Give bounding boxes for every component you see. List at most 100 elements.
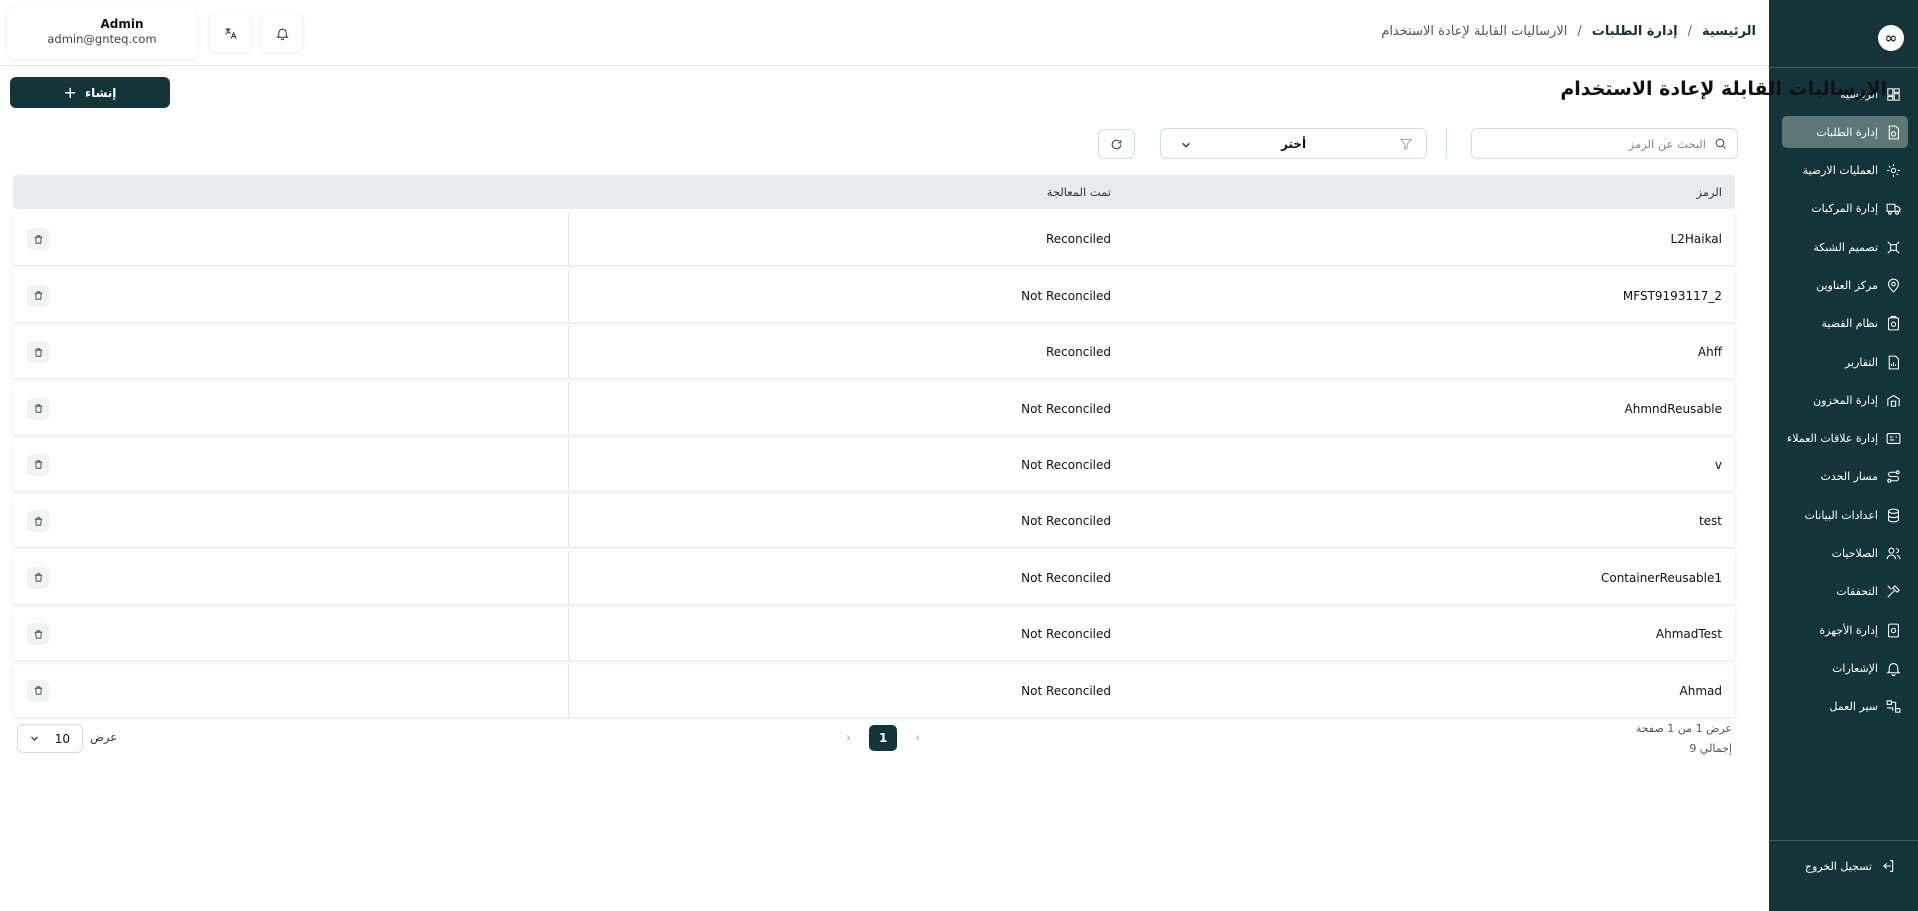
delete-button[interactable] [27,453,49,476]
sidebar-item-label: مسار الحدث [1820,470,1878,484]
column-separator [568,269,569,322]
delete-button[interactable] [27,679,49,702]
filter-divider [1446,128,1447,159]
sidebar-item[interactable]: التقارير [1782,346,1908,378]
cell-code: L2Haikal [1670,232,1722,247]
sidebar-item[interactable]: سير العمل [1782,691,1908,723]
trash-icon [34,517,42,526]
table-row[interactable]: AhmadTest Not Reconciled [13,608,1735,661]
sidebar-item[interactable]: التحققات [1782,576,1908,608]
trash-icon [34,460,42,470]
table-header: الرمز تمت المعالجة [13,175,1735,209]
sidebar-item[interactable]: الإشعارات [1782,652,1908,684]
page-size-label: عرض [90,730,118,744]
logout-button[interactable]: تسجيل الخروج [1805,858,1896,874]
column-header-code[interactable]: الرمز [1696,185,1722,199]
sidebar-item[interactable]: نظام القضية [1782,308,1908,340]
delete-button[interactable] [27,341,49,364]
trash-icon [34,686,42,695]
table-body: L2Haikal Reconciled MFST9193117_2 Not Recon… [13,213,1735,717]
delete-button[interactable] [27,397,49,420]
delete-button[interactable] [27,284,49,307]
sidebar-divider [1769,840,1918,841]
users-icon [1885,545,1902,562]
user-name: Admin [100,17,144,31]
page-title: الارساليات القابلة لإعادة الاستخدام [1560,78,1887,100]
sidebar-item-label: إدارة المخزون [1813,393,1878,407]
location-icon [1885,277,1902,294]
cell-code: AhmadTest [1655,627,1722,642]
dashboard-icon [1885,86,1902,103]
column-separator [568,495,569,548]
sidebar-item[interactable]: الصلاحيات [1782,538,1908,570]
column-header-processed[interactable]: تمت المعالجة [1047,185,1111,199]
language-button[interactable] [210,14,250,52]
column-separator [568,551,569,604]
sidebar-item-label: التقارير [1844,355,1878,369]
table-row[interactable]: Ahmad Not Reconciled [13,664,1735,717]
user-profile-card[interactable]: Admin admin@gnteq.com [7,7,197,59]
cell-code: test [1698,514,1722,529]
breadcrumb-home[interactable]: الرئيسية [1702,24,1756,39]
breadcrumb-orders[interactable]: إدارة الطلبات [1592,24,1678,39]
table-row[interactable]: MFST9193117_2 Not Reconciled [13,269,1735,322]
cell-status: Reconciled [1046,232,1111,247]
sidebar-item[interactable]: تصميم الشبكة [1782,231,1908,263]
delete-button[interactable] [27,623,49,646]
sidebar-item-label: سير العمل [1829,700,1878,714]
delete-button[interactable] [27,228,49,251]
table-row[interactable]: Ahff Reconciled [13,326,1735,379]
orders-icon [1885,124,1902,141]
filter-select-value: أختر [1280,136,1307,151]
sidebar-item[interactable]: العمليات الارضية [1782,155,1908,187]
cell-status: Not Reconciled [1021,401,1111,416]
table-row[interactable]: L2Haikal Reconciled [13,213,1735,266]
sidebar-item-label: نظام القضية [1821,317,1878,331]
search-box [1471,128,1738,159]
app-logo[interactable]: ∞ [1878,25,1904,51]
sidebar-item-label: إدارة علاقات العملاء [1787,432,1878,446]
sidebar-item[interactable]: مركز العناوين [1782,269,1908,301]
trash-icon [34,348,42,357]
user-email: admin@gnteq.com [47,32,157,46]
page-size-value: 10 [54,731,70,746]
sidebar-item-label: إدارة المركبات [1811,202,1878,216]
sidebar-item[interactable]: إدارة المخزون [1782,384,1908,416]
next-page-button[interactable]: › [846,731,851,746]
sidebar-item[interactable]: مسار الحدث [1782,461,1908,493]
pagination-info: عرض 1 من 1 صفحة إجمالي 9 [1636,719,1732,759]
cell-code: MFST9193117_2 [1622,288,1722,303]
tools-icon [1885,583,1902,600]
sidebar-item-label: إدارة الأجهزة [1819,623,1878,637]
delete-button[interactable] [27,510,49,533]
case-icon [1885,315,1902,332]
crm-icon [1885,430,1902,447]
sidebar-item[interactable]: إدارة الأجهزة [1782,614,1908,646]
refresh-button[interactable] [1098,129,1135,159]
cell-code: Ahff [1697,345,1722,360]
table-row[interactable]: v Not Reconciled [13,438,1735,491]
sidebar-divider [1769,67,1918,68]
page-size-select[interactable]: 10 [17,724,83,753]
sidebar-item[interactable]: إدارة المركبات [1782,193,1908,225]
delete-button[interactable] [27,566,49,589]
prev-page-button[interactable]: ‹ [915,731,920,746]
table-row[interactable]: ContainerReusable1 Not Reconciled [13,551,1735,604]
create-button[interactable]: + إنشاء [10,77,170,108]
search-input[interactable] [1482,136,1706,151]
cell-status: Not Reconciled [1021,683,1111,698]
sidebar-item[interactable]: إدارة الطلبات [1782,116,1908,149]
sidebar: ∞ الرئيسية إدارة الطلبات العمليات الارضية إ… [1769,0,1918,911]
translate-icon [224,27,237,39]
table-row[interactable]: test Not Reconciled [13,495,1735,548]
sidebar-item[interactable]: إدارة علاقات العملاء [1782,423,1908,455]
sidebar-item[interactable]: اعدادات البيانات [1782,499,1908,531]
page-number-button[interactable]: 1 [869,725,898,751]
table-row[interactable]: AhmndReusable Not Reconciled [13,382,1735,435]
breadcrumb-separator: / [1577,24,1582,39]
notifications-button[interactable] [262,14,302,52]
filter-select[interactable]: أختر [1160,128,1427,159]
column-separator [568,608,569,661]
network-icon [1885,239,1902,256]
column-separator [568,664,569,717]
